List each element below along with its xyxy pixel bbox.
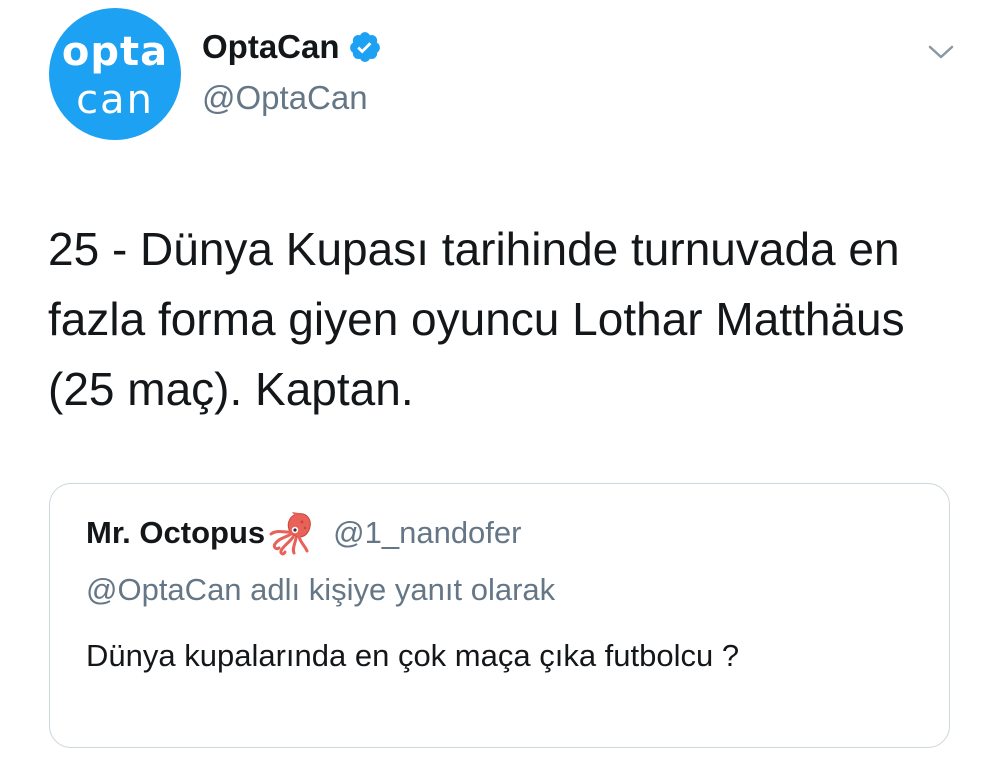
quoted-tweet-text: Dünya kupalarında en çok maça çıka futbo… xyxy=(86,638,740,673)
avatar-logo-text-top: opta xyxy=(61,29,169,75)
chevron-down-icon[interactable] xyxy=(926,40,956,64)
author-display-name[interactable]: OptaCan xyxy=(202,27,340,67)
reply-context: @OptaCan adlı kişiye yanıt olarak xyxy=(86,572,556,607)
avatar-logo-text-bottom: can xyxy=(76,77,154,123)
quoted-handle: @1_nandofer xyxy=(333,515,522,550)
quoted-tweet[interactable]: Mr. Octopus @1_nandofer @OptaCan adlı ki… xyxy=(49,483,950,748)
quoted-display-name: Mr. Octopus xyxy=(86,515,266,550)
author-handle[interactable]: @OptaCan xyxy=(202,78,368,118)
verified-badge-icon xyxy=(349,32,380,62)
quoted-tweet-header: Mr. Octopus @1_nandofer xyxy=(86,510,521,556)
author-name-row[interactable]: OptaCan xyxy=(202,24,382,70)
squid-icon xyxy=(269,512,311,556)
tweet-text: 25 - Dünya Kupası tarihinde turnuvada en… xyxy=(48,223,905,415)
avatar[interactable]: opta can xyxy=(49,8,181,140)
tweet-card: opta can OptaCan @OptaCan 25 - Dünya Kup… xyxy=(0,0,1000,761)
